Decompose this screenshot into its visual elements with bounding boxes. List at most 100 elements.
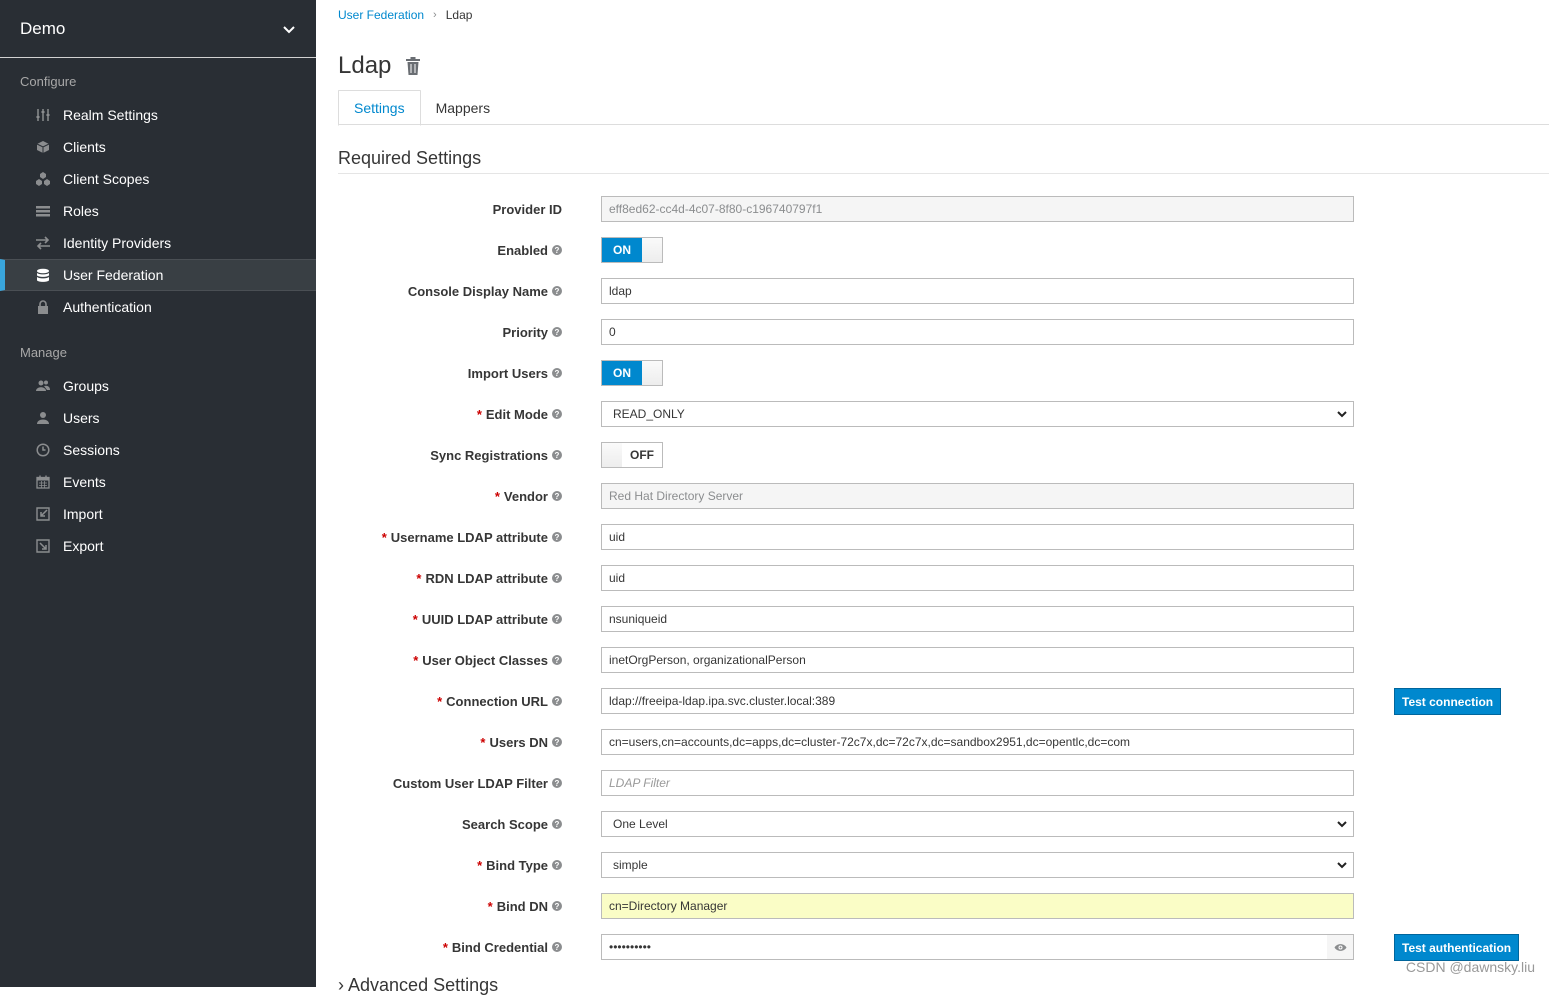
help-icon[interactable]: ?: [552, 901, 562, 911]
console-display-name-label: Console Display Name?: [408, 278, 562, 304]
sidebar-item-user-federation[interactable]: User Federation: [0, 259, 316, 291]
lock-icon: [35, 299, 51, 315]
priority-input[interactable]: 0: [601, 319, 1354, 345]
help-icon[interactable]: ?: [552, 245, 562, 255]
sidebar-item-users[interactable]: Users: [0, 402, 316, 434]
help-icon[interactable]: ?: [552, 327, 562, 337]
import-icon: [35, 506, 51, 522]
breadcrumb: User Federation › Ldap: [338, 8, 472, 22]
user-object-classes-label: * User Object Classes?: [413, 647, 562, 673]
help-icon[interactable]: ?: [552, 409, 562, 419]
sidebar: Demo Configure Realm Settings Clients Cl…: [0, 0, 316, 987]
help-icon[interactable]: ?: [552, 573, 562, 583]
uuid-ldap-attribute-input[interactable]: nsuniqueid: [601, 606, 1354, 632]
realm-selector[interactable]: Demo: [0, 0, 316, 58]
username-ldap-attribute-input[interactable]: uid: [601, 524, 1354, 550]
sidebar-item-label: Identity Providers: [63, 235, 172, 251]
sidebar-item-label: Sessions: [63, 442, 120, 458]
page-title: Ldap: [338, 52, 392, 79]
search-scope-select[interactable]: One Level: [601, 811, 1354, 837]
import-users-toggle[interactable]: ON: [601, 360, 663, 386]
sidebar-item-export[interactable]: Export: [0, 530, 316, 562]
breadcrumb-link-user-federation[interactable]: User Federation: [338, 8, 424, 22]
cubes-icon: [35, 171, 51, 187]
sidebar-item-groups[interactable]: Groups: [0, 370, 316, 402]
form-row-edit-mode: * Edit Mode? READ_ONLY: [338, 401, 1549, 427]
sidebar-item-clients[interactable]: Clients: [0, 131, 316, 163]
sidebar-item-identity-providers[interactable]: Identity Providers: [0, 227, 316, 259]
help-icon[interactable]: ?: [552, 368, 562, 378]
import-users-label: Import Users?: [468, 360, 562, 386]
sliders-icon: [35, 107, 51, 123]
bind-credential-input[interactable]: ••••••••••: [601, 934, 1328, 960]
help-icon[interactable]: ?: [552, 532, 562, 542]
form-row-bind-dn: * Bind DN? cn=Directory Manager: [338, 893, 1549, 919]
form-row-priority: Priority? 0: [338, 319, 1549, 345]
user-icon: [35, 410, 51, 426]
enabled-toggle[interactable]: ON: [601, 237, 663, 263]
help-icon[interactable]: ?: [552, 860, 562, 870]
help-icon[interactable]: ?: [552, 655, 562, 665]
sidebar-item-realm-settings[interactable]: Realm Settings: [0, 99, 316, 131]
connection-url-input[interactable]: ldap://freeipa-ldap.ipa.svc.cluster.loca…: [601, 688, 1354, 714]
uuid-ldap-attribute-label: * UUID LDAP attribute?: [413, 606, 562, 632]
custom-user-ldap-filter-label: Custom User LDAP Filter?: [393, 770, 562, 796]
sidebar-item-label: Clients: [63, 139, 106, 155]
help-icon[interactable]: ?: [552, 696, 562, 706]
help-icon[interactable]: ?: [552, 778, 562, 788]
form-row-enabled: Enabled? ON: [338, 237, 1549, 263]
test-connection-button[interactable]: Test connection: [1394, 688, 1502, 715]
edit-mode-select[interactable]: READ_ONLY: [601, 401, 1354, 427]
calendar-icon: [35, 474, 51, 490]
sidebar-item-roles[interactable]: Roles: [0, 195, 316, 227]
console-display-name-input[interactable]: ldap: [601, 278, 1354, 304]
sidebar-item-label: Authentication: [63, 299, 152, 315]
tab-settings[interactable]: Settings: [338, 90, 421, 126]
form-row-vendor: * Vendor? Red Hat Directory Server: [338, 483, 1549, 509]
show-password-button[interactable]: [1327, 934, 1354, 960]
custom-user-ldap-filter-input[interactable]: LDAP Filter: [601, 770, 1354, 796]
help-icon[interactable]: ?: [552, 942, 562, 952]
help-icon[interactable]: ?: [552, 450, 562, 460]
sidebar-item-client-scopes[interactable]: Client Scopes: [0, 163, 316, 195]
bind-type-select[interactable]: simple: [601, 852, 1354, 878]
cube-icon: [35, 139, 51, 155]
breadcrumb-current: Ldap: [445, 8, 473, 22]
sidebar-item-label: Groups: [63, 378, 109, 394]
form-row-bind-credential: * Bind Credential? •••••••••• Test authen…: [338, 934, 1549, 961]
sidebar-item-import[interactable]: Import: [0, 498, 316, 530]
sidebar-item-label: Import: [63, 506, 103, 522]
sidebar-item-label: Events: [63, 474, 106, 490]
test-authentication-button[interactable]: Test authentication: [1394, 934, 1520, 961]
required-settings-heading: Required Settings: [338, 148, 1549, 174]
form-row-connection-url: * Connection URL? ldap://freeipa-ldap.ipa…: [338, 688, 1549, 715]
chevron-down-icon: [1337, 821, 1347, 828]
help-icon[interactable]: ?: [552, 614, 562, 624]
form-row-bind-type: * Bind Type? simple: [338, 852, 1549, 878]
advanced-settings-heading[interactable]: › Advanced Settings: [338, 975, 498, 996]
provider-id-field: eff8ed62-cc4d-4c07-8f80-c196740797f1: [601, 196, 1354, 222]
rdn-ldap-attribute-label: * RDN LDAP attribute?: [416, 565, 562, 591]
form-row-rdn-ldap-attribute: * RDN LDAP attribute? uid: [338, 565, 1549, 591]
bind-dn-label: * Bind DN?: [488, 893, 562, 919]
username-ldap-attribute-label: * Username LDAP attribute?: [382, 524, 562, 550]
users-dn-input[interactable]: cn=users,cn=accounts,dc=apps,dc=cluster-…: [601, 729, 1354, 755]
help-icon[interactable]: ?: [552, 286, 562, 296]
enabled-label: Enabled?: [497, 237, 562, 263]
tab-mappers[interactable]: Mappers: [421, 90, 505, 125]
help-icon[interactable]: ?: [552, 491, 562, 501]
export-icon: [35, 538, 51, 554]
sidebar-item-events[interactable]: Events: [0, 466, 316, 498]
trash-icon[interactable]: [405, 57, 421, 75]
form-row-sync-registrations: Sync Registrations? OFF: [338, 442, 1549, 468]
priority-label: Priority?: [502, 319, 562, 345]
sync-registrations-toggle[interactable]: OFF: [601, 442, 663, 468]
bind-dn-input[interactable]: cn=Directory Manager: [601, 893, 1354, 919]
form-row-import-users: Import Users? ON: [338, 360, 1549, 386]
sidebar-item-authentication[interactable]: Authentication: [0, 291, 316, 323]
user-object-classes-input[interactable]: inetOrgPerson, organizationalPerson: [601, 647, 1354, 673]
sidebar-item-sessions[interactable]: Sessions: [0, 434, 316, 466]
help-icon[interactable]: ?: [552, 737, 562, 747]
help-icon[interactable]: ?: [552, 819, 562, 829]
rdn-ldap-attribute-input[interactable]: uid: [601, 565, 1354, 591]
